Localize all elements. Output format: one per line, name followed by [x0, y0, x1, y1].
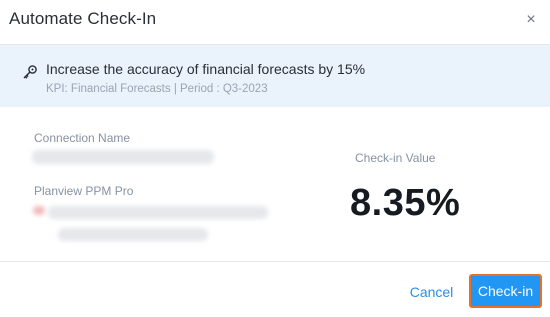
connection-name-label: Connection Name — [34, 131, 131, 145]
cancel-button[interactable]: Cancel — [404, 278, 459, 306]
connection-name-value-redacted — [32, 150, 214, 164]
kpi-meta: KPI: Financial Forecasts | Period : Q3-2… — [46, 83, 268, 95]
checkin-button[interactable]: Check-in — [469, 274, 542, 308]
source-status-indicator-redacted — [33, 206, 45, 215]
kpi-banner: Increase the accuracy of financial forec… — [0, 45, 550, 107]
checkin-value: 8.35% — [350, 182, 461, 224]
key-icon — [22, 64, 38, 80]
dialog-header: Automate Check-In × — [0, 0, 550, 45]
source-detail-redacted-line-1 — [48, 206, 268, 219]
close-icon[interactable]: × — [522, 11, 540, 29]
kpi-title: Increase the accuracy of financial forec… — [46, 61, 366, 77]
automate-checkin-dialog: Automate Check-In × Increase the accurac… — [0, 0, 550, 317]
dialog-title: Automate Check-In — [9, 9, 157, 28]
source-label: Planview PPM Pro — [34, 184, 134, 198]
source-detail-redacted-line-2 — [58, 228, 208, 241]
checkin-value-label: Check-in Value — [355, 151, 436, 165]
dialog-footer: Cancel Check-in — [0, 261, 550, 317]
